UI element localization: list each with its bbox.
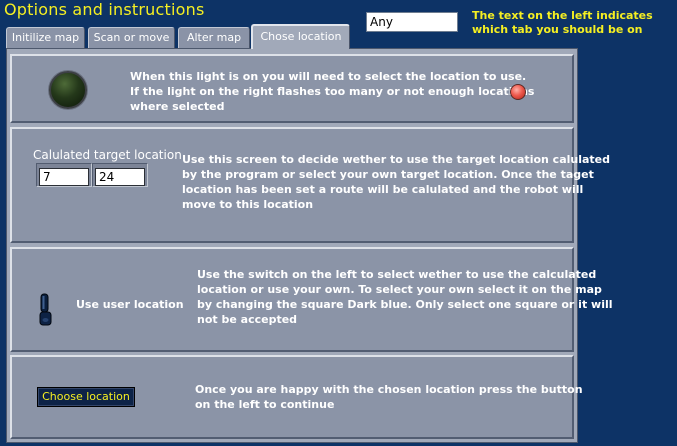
panel-location-light: When this light is on you will need to s… <box>10 54 574 123</box>
user-location-label: Use user location <box>76 298 184 311</box>
page-title: Options and instructions <box>4 0 205 19</box>
panel-user-location: Use user location Use the switch on the … <box>10 247 613 352</box>
tab-scan-or-move[interactable]: Scan or move <box>88 27 175 48</box>
user-location-toggle-switch[interactable] <box>36 293 56 329</box>
panel-target-location: Calulated target location Use this scree… <box>10 127 610 243</box>
tab-chose-location[interactable]: Chose location <box>251 24 350 49</box>
target-y-box <box>92 163 148 187</box>
light-instructions: When this light is on you will need to s… <box>130 70 535 113</box>
tab-hint-text: The text on the left indicates which tab… <box>472 9 653 36</box>
tab-initilize-map[interactable]: Initilize map <box>6 27 85 48</box>
tab-content: When this light is on you will need to s… <box>6 48 613 443</box>
tab-indicator-field[interactable]: Any <box>366 12 458 32</box>
target-location-label: Calulated target location <box>33 148 182 162</box>
selection-error-light <box>510 84 526 100</box>
target-y-input[interactable] <box>95 168 145 186</box>
target-x-box <box>36 163 92 187</box>
panel-choose-location: Choose location Once you are happy with … <box>10 355 583 439</box>
target-instructions: Use this screen to decide wether to use … <box>182 153 611 211</box>
selection-required-light <box>49 71 87 109</box>
choose-instructions: Once you are happy with the chosen locat… <box>195 383 583 411</box>
target-x-input[interactable] <box>39 168 89 186</box>
switch-instructions: Use the switch on the left to select wet… <box>197 268 613 326</box>
choose-location-button[interactable]: Choose location <box>37 387 135 407</box>
tab-alter-map[interactable]: Alter map <box>178 27 250 48</box>
